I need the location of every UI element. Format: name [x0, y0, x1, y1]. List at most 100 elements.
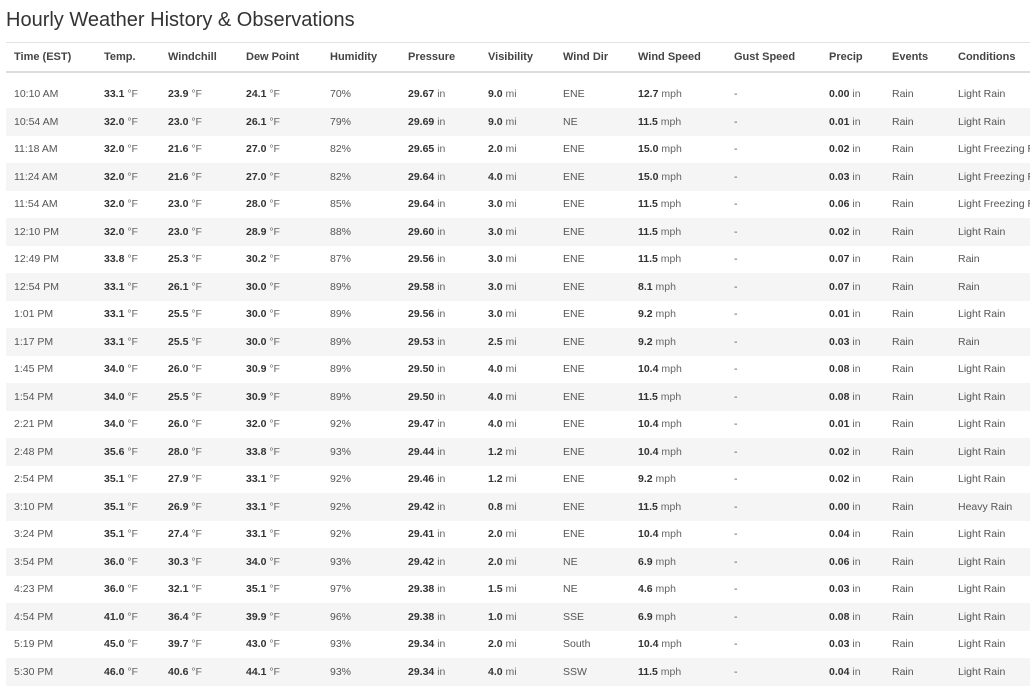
cell-gust: - — [734, 418, 738, 431]
cell-windchill-unit: °F — [191, 143, 202, 156]
cell-dewpoint: 24.1 °F — [238, 81, 322, 109]
col-header-precip[interactable]: Precip — [821, 42, 884, 73]
cell-precip-unit: in — [852, 528, 861, 541]
cell-winddir: ENE — [563, 143, 585, 156]
table-row: 12:49 PM 33.8 °F 25.3 °F 30.2 °F 87% 29.56 in… — [6, 245, 1030, 274]
cell-windchill-value: 30.3 — [168, 555, 189, 568]
cell-pressure: 29.50 in — [400, 356, 480, 384]
table-row: 10:54 AM 32.0 °F 23.0 °F 26.1 °F 79% 29.69 in… — [6, 108, 1030, 136]
cell-dewpoint-unit: °F — [269, 610, 280, 623]
table-row: 3:54 PM 36.0 °F 30.3 °F 34.0 °F 93% 29.42 in 2… — [6, 548, 1030, 576]
col-header-wind-speed[interactable]: Wind Speed — [630, 42, 726, 73]
cell-time: 11:18 AM — [14, 143, 58, 156]
cell-windchill-value: 25.5 — [168, 335, 189, 348]
table-row: 11:18 AM 32.0 °F 21.6 °F 27.0 °F 82% 29.65 in… — [6, 135, 1030, 164]
cell-visibility-unit: mi — [505, 473, 517, 486]
cell-precip-unit: in — [852, 363, 861, 376]
cell-windchill: 28.0 °F — [160, 438, 238, 466]
cell-pressure-value: 29.65 — [408, 143, 435, 156]
cell-temp-value: 33.1 — [104, 280, 125, 293]
col-header-visibility[interactable]: Visibility — [480, 42, 555, 73]
cell-conditions: Light Rain — [958, 583, 1006, 596]
col-header-dew-point[interactable]: Dew Point — [238, 42, 322, 73]
cell-windspeed-value: 10.4 — [638, 418, 659, 431]
cell-windspeed-unit: mph — [661, 528, 682, 541]
col-header-gust-speed[interactable]: Gust Speed — [726, 42, 821, 73]
cell-pressure-value: 29.41 — [408, 528, 435, 541]
cell-visibility-unit: mi — [505, 363, 517, 376]
cell-temp-unit: °F — [127, 308, 138, 321]
cell-dewpoint-value: 26.1 — [246, 115, 267, 128]
cell-winddir: ENE — [563, 473, 585, 486]
cell-dewpoint-unit: °F — [269, 418, 280, 431]
cell-gust: - — [734, 363, 738, 376]
page-title: Hourly Weather History & Observations — [6, 9, 355, 31]
cell-windchill: 26.0 °F — [160, 411, 238, 439]
cell-windchill-unit: °F — [191, 280, 202, 293]
col-header-events[interactable]: Events — [884, 42, 950, 73]
cell-dewpoint: 27.0 °F — [238, 163, 322, 191]
cell-temp: 33.8 °F — [96, 246, 160, 274]
cell-pressure: 29.53 in — [400, 328, 480, 356]
col-header-conditions[interactable]: Conditions — [950, 42, 1030, 73]
cell-pressure-unit: in — [437, 253, 446, 266]
cell-events: Rain — [892, 500, 914, 513]
col-header-time[interactable]: Time (EST) — [6, 42, 96, 73]
cell-dewpoint-value: 30.9 — [246, 363, 267, 376]
cell-visibility-value: 1.2 — [488, 473, 503, 486]
cell-winddir: South — [563, 638, 591, 651]
cell-winddir: ENE — [563, 88, 585, 101]
cell-temp-value: 32.0 — [104, 225, 125, 238]
cell-dewpoint: 33.1 °F — [238, 493, 322, 521]
cell-temp-unit: °F — [127, 500, 138, 513]
cell-windchill-unit: °F — [191, 390, 202, 403]
cell-dewpoint: 27.0 °F — [238, 136, 322, 164]
cell-visibility: 3.0 mi — [480, 301, 555, 329]
col-header-pressure[interactable]: Pressure — [400, 42, 480, 73]
cell-windchill-value: 40.6 — [168, 665, 189, 678]
col-header-temp[interactable]: Temp. — [96, 42, 160, 73]
cell-events: Rain — [892, 308, 914, 321]
cell-precip-value: 0.04 — [829, 528, 850, 541]
cell-pressure-value: 29.56 — [408, 308, 435, 321]
cell-windspeed-unit: mph — [655, 555, 676, 568]
col-header-windchill[interactable]: Windchill — [160, 42, 238, 73]
cell-visibility: 1.2 mi — [480, 466, 555, 494]
cell-windchill-value: 26.9 — [168, 500, 189, 513]
cell-visibility-value: 3.0 — [488, 280, 503, 293]
cell-visibility-value: 2.0 — [488, 638, 503, 651]
cell-temp-unit: °F — [127, 143, 138, 156]
weather-history-table: Time (EST) Temp. Windchill Dew Point Hum… — [6, 42, 1030, 686]
cell-dewpoint: 28.9 °F — [238, 218, 322, 246]
cell-pressure: 29.60 in — [400, 218, 480, 246]
cell-dewpoint: 30.2 °F — [238, 246, 322, 274]
cell-pressure-value: 29.50 — [408, 390, 435, 403]
cell-pressure-unit: in — [437, 418, 446, 431]
cell-winddir: SSW — [563, 665, 587, 678]
cell-dewpoint-unit: °F — [269, 665, 280, 678]
col-header-humidity[interactable]: Humidity — [322, 42, 400, 73]
cell-precip-unit: in — [852, 280, 861, 293]
cell-humidity: 70% — [330, 88, 352, 101]
cell-gust: - — [734, 500, 738, 513]
cell-events: Rain — [892, 198, 914, 211]
col-header-wind-dir[interactable]: Wind Dir — [555, 42, 630, 73]
cell-windspeed: 12.7 mph — [630, 81, 726, 109]
cell-windspeed-value: 11.5 — [638, 665, 658, 678]
cell-precip: 0.06 in — [821, 191, 884, 219]
cell-humidity: 92% — [330, 528, 352, 541]
cell-temp-value: 46.0 — [104, 665, 125, 678]
cell-dewpoint: 30.0 °F — [238, 301, 322, 329]
cell-visibility-unit: mi — [505, 280, 517, 293]
cell-temp: 35.1 °F — [96, 521, 160, 549]
cell-dewpoint-value: 27.0 — [246, 170, 267, 183]
cell-windchill-unit: °F — [191, 555, 202, 568]
cell-pressure-unit: in — [437, 610, 446, 623]
cell-visibility: 2.5 mi — [480, 328, 555, 356]
cell-dewpoint: 30.9 °F — [238, 383, 322, 411]
cell-conditions: Light Rain — [958, 390, 1006, 403]
cell-windchill-unit: °F — [191, 473, 202, 486]
cell-conditions: Light Rain — [958, 225, 1006, 238]
cell-time: 10:54 AM — [14, 115, 59, 128]
cell-temp: 32.0 °F — [96, 218, 160, 246]
